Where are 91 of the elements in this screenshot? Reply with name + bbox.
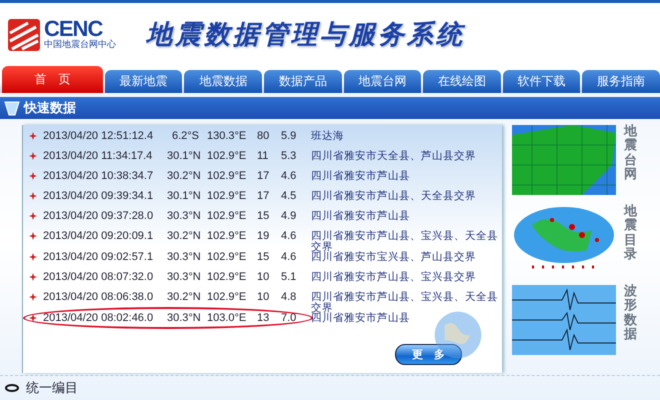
latitude: 6.2°S — [170, 131, 200, 142]
magnitude: 4.6 — [281, 231, 298, 242]
site-title: 地震数据管理与服务系统 — [146, 19, 465, 52]
nav-tab[interactable]: 地震数据 — [184, 70, 262, 93]
star-icon — [29, 152, 37, 160]
nav-tab[interactable]: 服务指南 — [582, 70, 660, 93]
location-link[interactable]: 四川省雅安市芦山县 — [311, 171, 499, 182]
depth: 80 — [257, 131, 270, 142]
event-time: 2013/04/20 11:34:17.4 — [43, 151, 154, 162]
magnitude: 5.3 — [281, 151, 298, 162]
magnitude: 5.1 — [281, 272, 298, 283]
star-icon — [29, 172, 37, 180]
event-time: 2013/04/20 08:06:38.0 — [43, 292, 154, 303]
location-link[interactable]: 四川省雅安市芦山县、宝兴县、天全县交界 — [311, 231, 499, 252]
ring-icon — [4, 383, 20, 393]
longitude: 102.9°E — [207, 171, 248, 182]
event-time: 2013/04/20 10:38:34.7 — [43, 171, 154, 182]
magnitude: 4.6 — [281, 171, 298, 182]
side-link[interactable]: 地震台网 — [624, 125, 637, 182]
event-time: 2013/04/20 08:07:32.0 — [43, 272, 154, 283]
depth: 10 — [257, 292, 270, 303]
latitude: 30.1°N — [167, 151, 202, 162]
globe-drawing — [433, 310, 483, 360]
nav-tab[interactable]: 地震台网 — [344, 70, 422, 93]
longitude: 103.0°E — [207, 313, 248, 324]
longitude: 102.9°E — [207, 191, 248, 202]
latitude: 30.2°N — [167, 171, 202, 182]
location-link[interactable]: 四川省雅安市芦山县 — [311, 313, 499, 324]
depth: 17 — [257, 171, 270, 182]
location-link[interactable]: 四川省雅安市芦山县、宝兴县交界 — [311, 272, 499, 282]
magnitude: 7.0 — [281, 313, 298, 324]
longitude: 130.3°E — [207, 131, 248, 142]
star-icon — [29, 314, 37, 322]
event-time: 2013/04/20 09:02:57.1 — [43, 252, 154, 263]
nav-tab[interactable]: 首 页 — [2, 66, 103, 93]
location-link[interactable]: 四川省雅安市芦山县 — [311, 211, 499, 222]
section-title: 快速数据 — [24, 100, 76, 117]
star-icon — [29, 192, 37, 200]
star-icon — [29, 132, 37, 140]
longitude: 102.9°E — [207, 272, 248, 283]
event-time: 2013/04/20 09:20:09.1 — [43, 231, 154, 242]
latitude: 30.2°N — [167, 231, 202, 242]
section-icon — [4, 100, 20, 116]
longitude: 102.9°E — [207, 151, 248, 162]
depth: 13 — [257, 313, 270, 324]
side-link[interactable]: 地震目录 — [624, 205, 637, 262]
magnitude: 4.6 — [281, 252, 298, 263]
longitude: 102.9°E — [207, 211, 248, 222]
latitude: 30.3°N — [167, 211, 202, 222]
event-time: 2013/04/20 12:51:12.4 — [43, 131, 154, 142]
location-link[interactable]: 四川省雅安市天全县、芦山县交界 — [311, 151, 499, 162]
depth: 15 — [257, 252, 270, 263]
magnitude: 4.5 — [281, 191, 298, 202]
more-button[interactable]: 更 多 — [395, 344, 462, 365]
magnitude: 4.8 — [281, 292, 298, 303]
star-icon — [29, 212, 37, 220]
logo-icon — [8, 18, 40, 50]
latitude: 30.1°N — [167, 191, 202, 202]
depth: 19 — [257, 231, 270, 242]
star-icon — [29, 293, 37, 301]
location-link[interactable]: 四川省雅安市宝兴县、芦山县交界 — [311, 252, 499, 262]
depth: 11 — [257, 151, 270, 162]
depth: 15 — [257, 211, 270, 222]
latitude: 30.2°N — [167, 292, 202, 303]
magnitude: 5.9 — [281, 131, 298, 142]
location-link[interactable]: 四川省雅安市芦山县、天全县交界 — [311, 191, 499, 202]
event-time: 2013/04/20 09:39:34.1 — [43, 191, 154, 202]
latitude: 30.3°N — [167, 313, 202, 324]
nav-tab[interactable]: 软件下载 — [502, 70, 580, 93]
event-time: 2013/04/20 08:02:46.0 — [43, 313, 154, 324]
magnitude: 4.9 — [281, 211, 298, 222]
logo-subtitle: 中国地震台网中心 — [44, 40, 116, 51]
star-icon — [29, 232, 37, 240]
longitude: 102.9°E — [207, 231, 248, 242]
logo-text: CENC — [44, 18, 103, 40]
nav-tab[interactable]: 在线绘图 — [423, 70, 501, 93]
location-link[interactable]: 四川省雅安市芦山县、宝兴县、天全县交界 — [311, 292, 499, 313]
longitude: 102.9°E — [207, 252, 248, 263]
depth: 10 — [257, 272, 270, 283]
footer-link[interactable]: 统一编目 — [26, 379, 78, 397]
side-link[interactable]: 波形数据 — [624, 285, 637, 342]
longitude: 102.9°E — [207, 292, 248, 303]
latitude: 30.3°N — [167, 272, 202, 283]
star-icon — [29, 253, 37, 261]
nav-tab[interactable]: 数据产品 — [264, 70, 342, 93]
event-time: 2013/04/20 09:37:28.0 — [43, 211, 154, 222]
nav-tab[interactable]: 最新地震 — [104, 70, 182, 93]
depth: 17 — [257, 191, 270, 202]
latitude: 30.3°N — [167, 252, 202, 263]
star-icon — [29, 273, 37, 281]
location-link[interactable]: 班达海 — [311, 131, 499, 142]
